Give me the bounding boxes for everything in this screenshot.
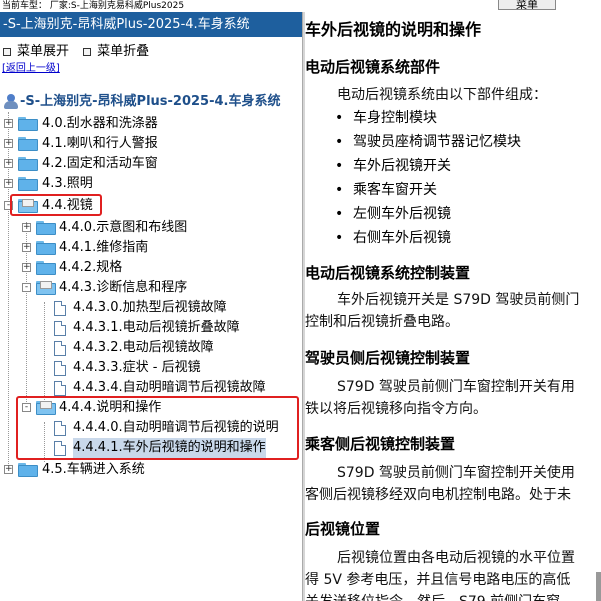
section-heading: 后视镜位置 [305, 520, 381, 538]
tree-root-label: -S-上海别克-昂科威Plus-2025-4.车身系统 [20, 94, 281, 109]
section-text: 铁以将后视镜移向指令方向。 [305, 401, 487, 417]
list-item: 右侧车外后视镜 [305, 226, 521, 250]
tree-item-label: 4.4.3.4.自动明暗调节后视镜故障 [73, 380, 266, 395]
open-folder-icon [36, 281, 56, 295]
page-title: 车外后视镜的说明和操作 [305, 20, 482, 39]
tree-item-label: 4.4.3.1.电动后视镜折叠故障 [73, 320, 240, 335]
tree-item-4-3[interactable]: + 4.3.照明 [0, 174, 302, 194]
tree-item-4-0[interactable]: + 4.0.刮水器和洗涤器 [0, 114, 302, 134]
document-icon [54, 301, 66, 316]
folder-icon [18, 463, 38, 477]
section-text: S79D 驾驶员前侧门车窗控制开关使用 [337, 465, 575, 481]
folder-icon [18, 177, 38, 191]
tree-item-label: 4.4.0.示意图和布线图 [59, 220, 188, 235]
expand-icon[interactable]: + [22, 243, 31, 252]
tree-item-label: 4.0.刮水器和洗涤器 [42, 116, 158, 131]
tree-item-4-5[interactable]: + 4.5.车辆进入系统 [0, 460, 302, 480]
tree-item-label: 4.5.车辆进入系统 [42, 462, 145, 477]
tree-item-label: 4.1.喇叭和行人警报 [42, 136, 158, 151]
content-pane: 车外后视镜的说明和操作 电动后视镜系统部件 电动后视镜系统由以下部件组成： 车身… [305, 12, 601, 601]
tree-item-4-1[interactable]: + 4.1.喇叭和行人警报 [0, 134, 302, 154]
expand-all-button[interactable]: 菜单展开 [3, 44, 69, 59]
tree-item-label: 4.4.3.诊断信息和程序 [59, 280, 188, 295]
tree-item-4-4-3[interactable]: - 4.4.3.诊断信息和程序 [0, 278, 302, 298]
tree-item-4-4-1[interactable]: + 4.4.1.维修指南 [0, 238, 302, 258]
tree-item-4-4-3-1[interactable]: 4.4.3.1.电动后视镜折叠故障 [0, 318, 302, 338]
folder-icon [36, 241, 56, 255]
tree-item-label: 4.4.3.2.电动后视镜故障 [73, 340, 214, 355]
navigation-pane: -S-上海别克-昂科威Plus-2025-4.车身系统 菜单展开 菜单折叠 [返… [0, 12, 302, 601]
top-strip: 当前车型： 厂家:S-上海别克易科威Plus2025 菜单 [0, 0, 601, 12]
component-list: 车身控制模块 驾驶员座椅调节器记忆模块 车外后视镜开关 乘客车窗开关 左侧车外后… [305, 106, 521, 250]
highlight-box [16, 396, 299, 460]
section-text: 关发送移位指令。然后，S79 前侧门车窗 [305, 591, 560, 601]
expand-icon[interactable]: + [22, 263, 31, 272]
document-icon [54, 341, 66, 356]
back-link[interactable]: [返回上一级] [0, 62, 302, 76]
expand-icon[interactable]: + [4, 179, 13, 188]
section-text: 车外后视镜开关是 S79D 驾驶员前侧门 [337, 292, 580, 308]
section-heading: 电动后视镜系统控制装置 [305, 264, 471, 282]
expand-icon[interactable]: + [4, 159, 13, 168]
section-heading: 电动后视镜系统部件 [305, 58, 441, 76]
tree-item-label: 4.4.2.规格 [59, 260, 123, 275]
section-heading: 驾驶员侧后视镜控制装置 [305, 349, 471, 367]
tree-item-label: 4.4.1.维修指南 [59, 240, 149, 255]
collapse-all-label: 菜单折叠 [97, 44, 150, 59]
document-icon [54, 361, 66, 376]
folder-icon [18, 157, 38, 171]
list-item: 乘客车窗开关 [305, 178, 521, 202]
list-item: 车身控制模块 [305, 106, 521, 130]
vertical-scrollbar[interactable] [596, 572, 601, 601]
tree-root[interactable]: -S-上海别克-昂科威Plus-2025-4.车身系统 [0, 92, 302, 112]
list-item: 左侧车外后视镜 [305, 202, 521, 226]
user-icon [4, 94, 18, 110]
tree-item-4-4-2[interactable]: + 4.4.2.规格 [0, 258, 302, 278]
section-text: 控制和后视镜折叠电路。 [305, 314, 459, 330]
current-model-text: 当前车型： 厂家:S-上海别克易科威Plus2025 [2, 1, 185, 11]
tree-item-4-4-3-4[interactable]: 4.4.3.4.自动明暗调节后视镜故障 [0, 378, 302, 398]
folder-icon [36, 221, 56, 235]
section-text: 得 5V 参考电压，并且信号电路电压的高低 [305, 572, 571, 588]
folder-icon [18, 137, 38, 151]
menu-button[interactable]: 菜单 [498, 0, 556, 10]
expand-icon[interactable]: + [22, 223, 31, 232]
collapse-icon[interactable]: - [22, 283, 31, 292]
expand-icon[interactable]: + [4, 139, 13, 148]
tree-item-label: 4.4.3.3.症状 - 后视镜 [73, 360, 201, 375]
expand-icon[interactable]: + [4, 465, 13, 474]
sidebar-title: -S-上海别克-昂科威Plus-2025-4.车身系统 [0, 12, 302, 37]
tree-item-4-4-3-3[interactable]: 4.4.3.3.症状 - 后视镜 [0, 358, 302, 378]
collapse-all-button[interactable]: 菜单折叠 [83, 44, 149, 59]
document-icon [54, 381, 66, 396]
tree-item-4-4-3-2[interactable]: 4.4.3.2.电动后视镜故障 [0, 338, 302, 358]
expand-all-label: 菜单展开 [17, 44, 70, 59]
section-text: 后视镜位置由各电动后视镜的水平位置 [337, 550, 575, 566]
tree-item-4-2[interactable]: + 4.2.固定和活动车窗 [0, 154, 302, 174]
tree-item-4-4-3-0[interactable]: 4.4.3.0.加热型后视镜故障 [0, 298, 302, 318]
section-text: 电动后视镜系统由以下部件组成： [337, 87, 547, 103]
collapse-square-icon [83, 47, 92, 56]
folder-icon [18, 117, 38, 131]
tree-item-label: 4.3.照明 [42, 176, 93, 191]
tree-item-label: 4.4.3.0.加热型后视镜故障 [73, 300, 227, 315]
folder-icon [36, 261, 56, 275]
expand-square-icon [3, 47, 11, 56]
list-item: 车外后视镜开关 [305, 154, 521, 178]
section-text: 客侧后视镜移经双向电机控制电路。处于未 [305, 487, 571, 503]
tree-actions: 菜单展开 菜单折叠 [0, 42, 302, 62]
section-text: S79D 驾驶员前侧门车窗控制开关有用 [337, 379, 575, 395]
expand-icon[interactable]: + [4, 119, 13, 128]
tree-item-label: 4.2.固定和活动车窗 [42, 156, 158, 171]
tree-item-4-4-0[interactable]: + 4.4.0.示意图和布线图 [0, 218, 302, 238]
list-item: 驾驶员座椅调节器记忆模块 [305, 130, 521, 154]
document-icon [54, 321, 66, 336]
highlight-box [10, 194, 102, 216]
section-heading: 乘客侧后视镜控制装置 [305, 435, 456, 453]
